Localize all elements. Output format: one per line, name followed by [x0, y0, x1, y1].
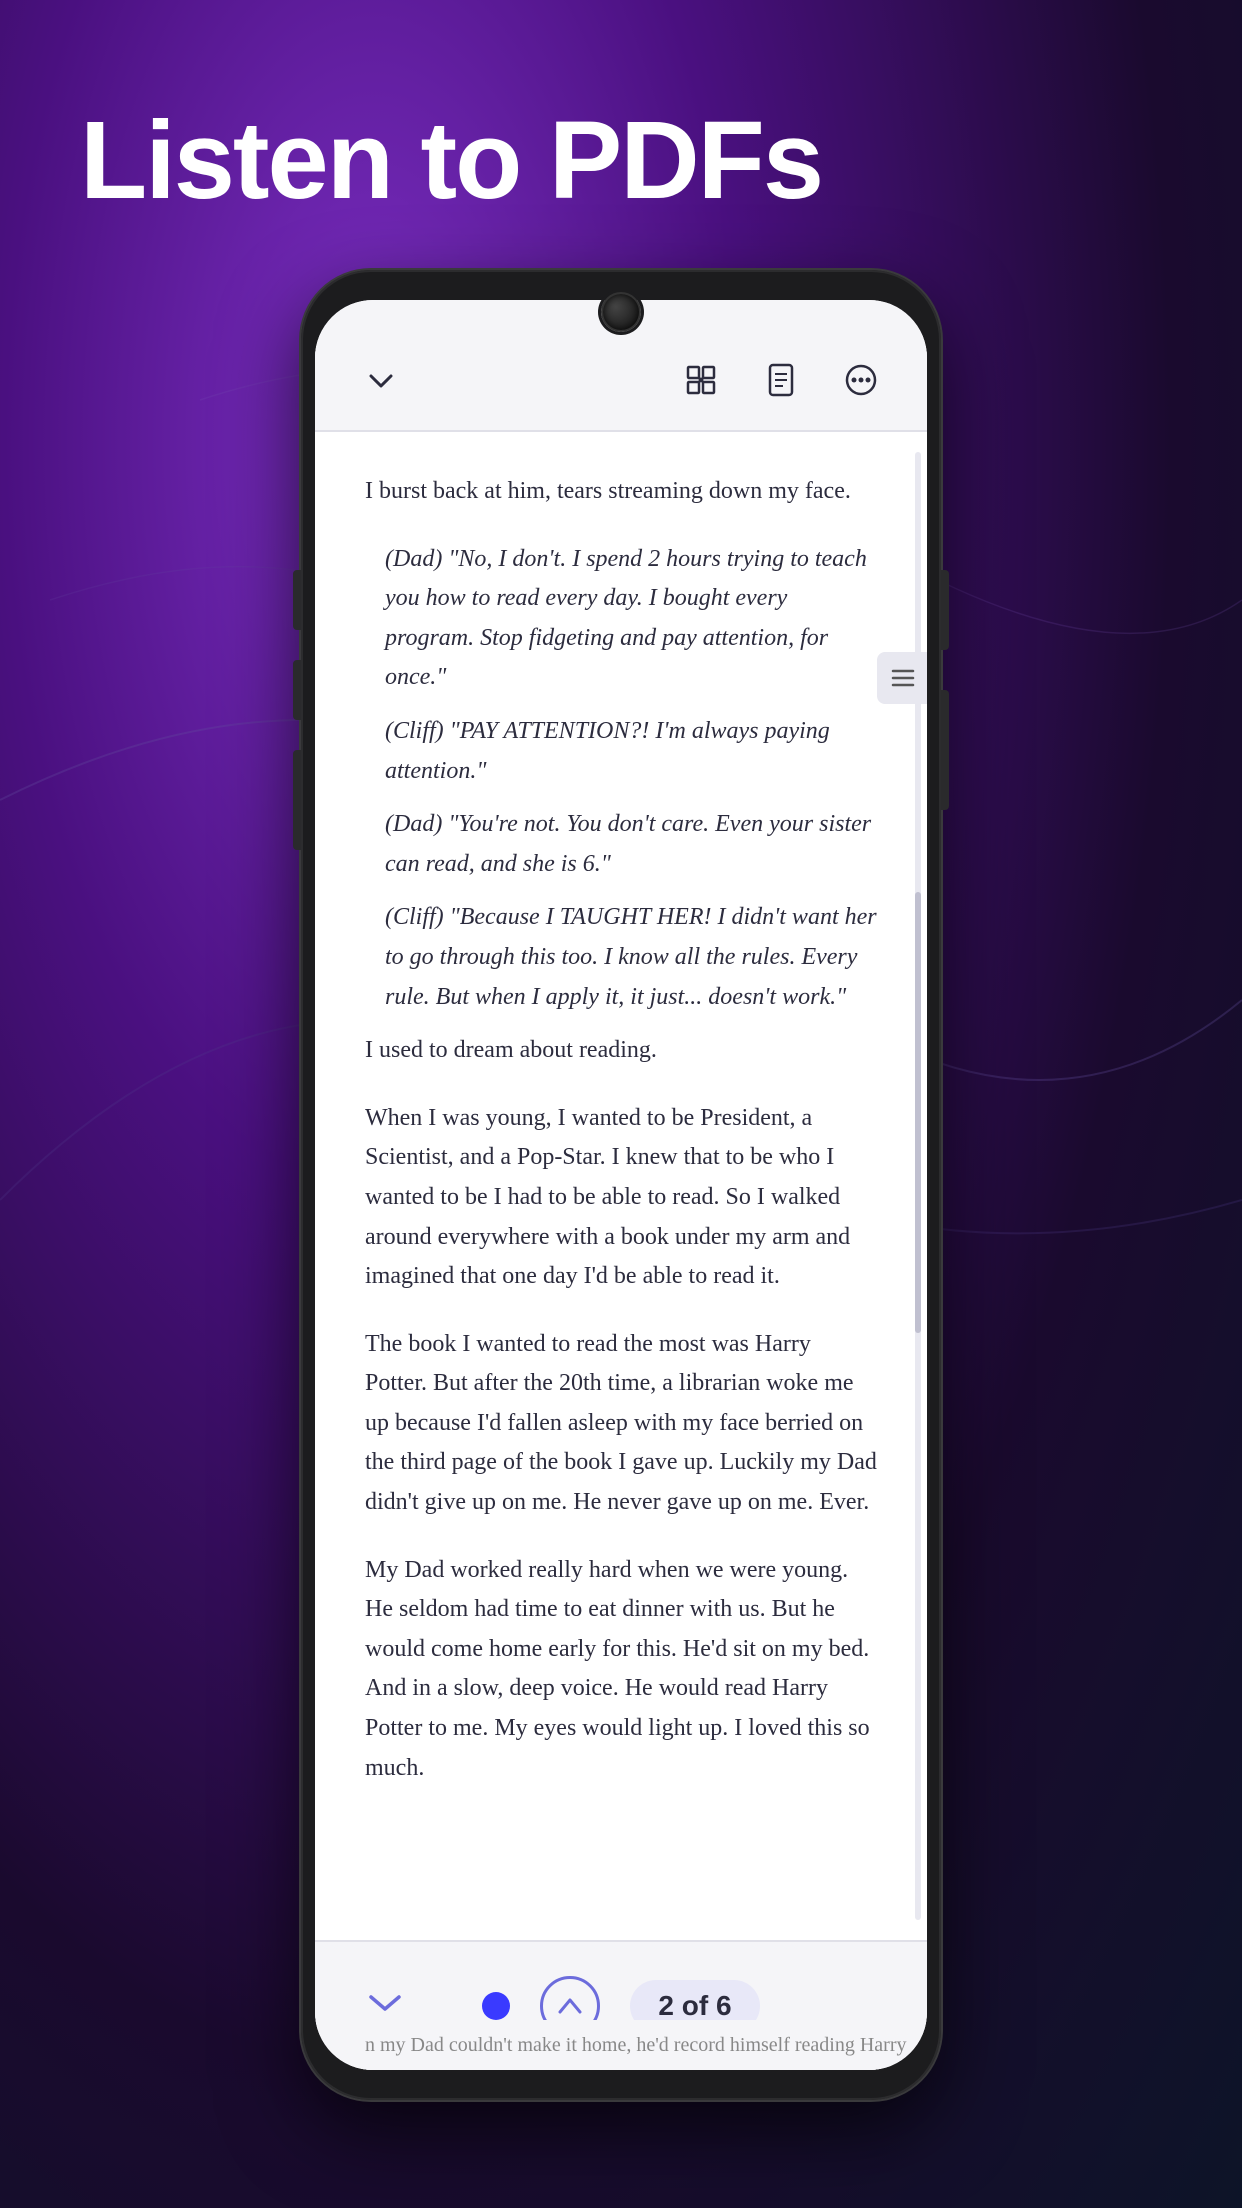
bottom-left [315, 1988, 435, 2025]
para-4: (Dad) "You're not. You don't care. Even … [365, 805, 877, 884]
more-button[interactable] [835, 354, 887, 406]
camera-area [301, 270, 941, 332]
power-button [941, 570, 949, 650]
para-3: (Cliff) "PAY ATTENTION?! I'm always payi… [365, 712, 877, 791]
para-6: I used to dream about reading. [365, 1031, 877, 1071]
volume-button [941, 690, 949, 810]
scrollbar-track [915, 452, 921, 1920]
para-9: My Dad worked really hard when we were y… [365, 1551, 877, 1789]
page-title: Listen to PDFs [80, 100, 822, 221]
chevron-down-icon[interactable] [365, 1988, 405, 2025]
para-5: (Cliff) "Because I TAUGHT HER! I didn't … [365, 898, 877, 1017]
para-1: I burst back at him, tears streaming dow… [365, 472, 877, 512]
volume-up-button [293, 660, 301, 720]
volume-down-button [293, 750, 301, 850]
para-7: When I was young, I wanted to be Preside… [365, 1099, 877, 1297]
bottom-bar: 2 of 6 n my Dad couldn't make it home, h… [315, 1940, 927, 2070]
para-2: (Dad) "No, I don't. I spend 2 hours tryi… [365, 540, 877, 698]
reading-area[interactable]: I burst back at him, tears streaming dow… [315, 432, 927, 1940]
phone-screen: I burst back at him, tears streaming dow… [315, 300, 927, 2070]
scrollbar-thumb[interactable] [915, 892, 921, 1332]
toolbar [315, 330, 927, 430]
resize-button[interactable] [675, 354, 727, 406]
reading-content: I burst back at him, tears streaming dow… [365, 472, 877, 1788]
progress-dot [482, 1992, 510, 2020]
phone-frame: I burst back at him, tears streaming dow… [301, 270, 941, 2100]
back-button[interactable] [355, 354, 407, 406]
para-8: The book I wanted to read the most was H… [365, 1325, 877, 1523]
screen-content: I burst back at him, tears streaming dow… [315, 300, 927, 2070]
silent-button [293, 570, 301, 630]
document-button[interactable] [755, 354, 807, 406]
bottom-preview-text: n my Dad couldn't make it home, he'd rec… [315, 2020, 927, 2070]
front-camera [601, 292, 641, 332]
